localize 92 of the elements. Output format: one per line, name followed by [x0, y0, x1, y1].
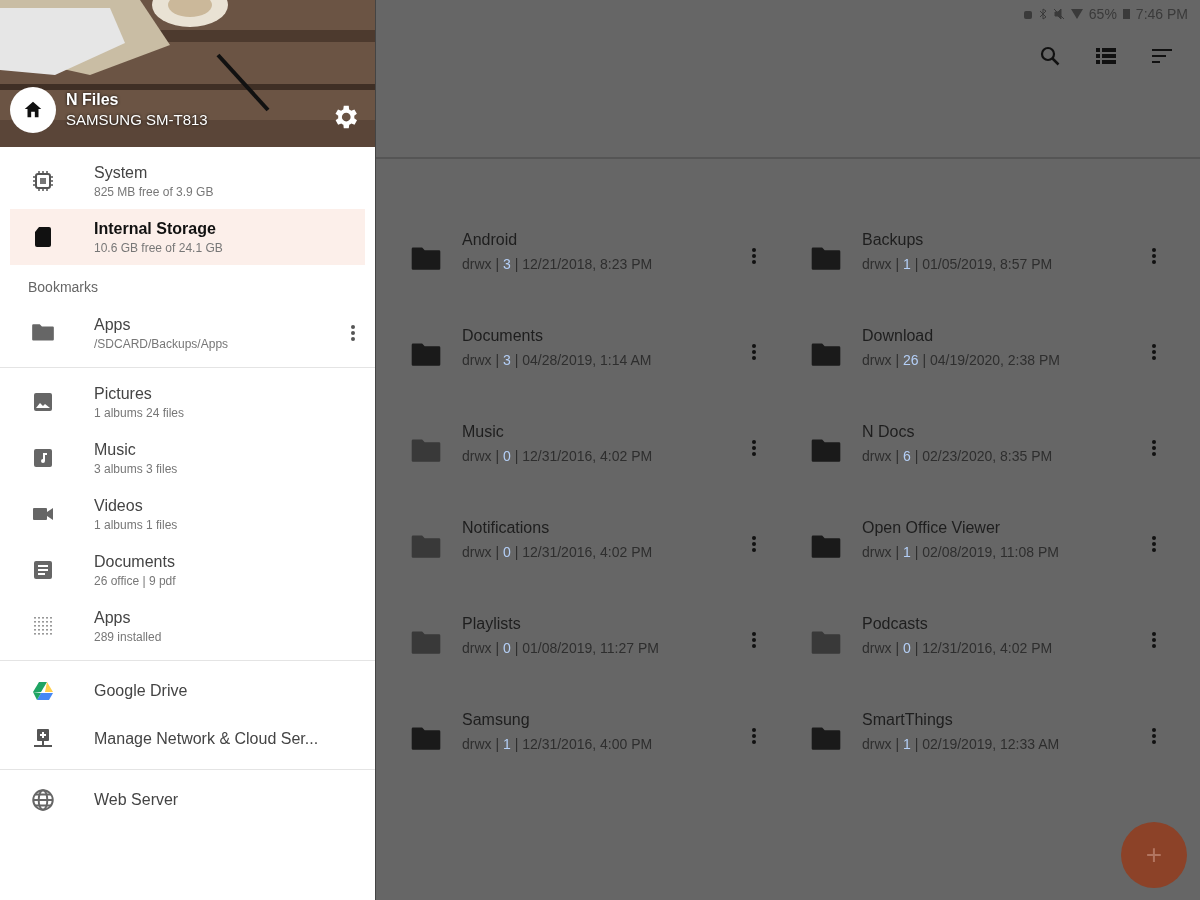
drawer-item[interactable]: Apps 289 installed [0, 598, 365, 654]
folder-item[interactable]: Playlists drwx | 0 | 01/08/2019, 11:27 PM [376, 594, 776, 690]
more-icon[interactable] [752, 248, 756, 264]
folder-details: drwx | 6 | 02/23/2020, 8:35 PM [862, 447, 1054, 464]
folder-item[interactable]: Music drwx | 0 | 12/31/2016, 4:02 PM [376, 402, 776, 498]
item-title: Documents [94, 552, 176, 571]
folder-name: Notifications [462, 518, 551, 537]
more-icon[interactable] [752, 344, 756, 360]
drawer-item[interactable]: Manage Network & Cloud Ser... [0, 715, 365, 763]
folder-details: drwx | 1 | 01/05/2019, 8:57 PM [862, 255, 1054, 272]
folder-details: drwx | 1 | 12/31/2016, 4:00 PM [462, 735, 654, 752]
drawer-item[interactable]: Internal Storage 10.6 GB free of 24.1 GB [10, 209, 365, 265]
mute-icon [1052, 8, 1065, 20]
more-icon[interactable] [752, 632, 756, 648]
folder-details: drwx | 1 | 02/19/2019, 12:33 AM [862, 735, 1061, 752]
folder-name: Backups [862, 230, 925, 249]
folder-name: Podcasts [862, 614, 929, 633]
chip-icon [30, 169, 56, 193]
folder-details: drwx | 26 | 04/19/2020, 2:38 PM [862, 351, 1061, 368]
drawer-item[interactable]: Videos 1 albums 1 files [0, 486, 365, 542]
item-title: Apps [94, 608, 132, 627]
folder-name: SmartThings [862, 710, 954, 729]
folder-details: drwx | 3 | 04/28/2019, 1:14 AM [462, 351, 653, 368]
drawer-item[interactable]: Google Drive [0, 667, 365, 715]
wifi-icon [1070, 8, 1083, 20]
item-detail: 289 installed [94, 629, 163, 644]
more-icon[interactable] [1152, 536, 1156, 552]
drawer-item[interactable]: System 825 MB free of 3.9 GB [0, 153, 365, 209]
folder-name: Open Office Viewer [862, 518, 1002, 537]
folder-details: drwx | 1 | 02/08/2019, 11:08 PM [862, 543, 1060, 560]
item-detail: 1 albums 24 files [94, 405, 186, 420]
folder-item[interactable]: Notifications drwx | 0 | 12/31/2016, 4:02 PM [376, 498, 776, 594]
more-icon[interactable] [351, 325, 355, 341]
folder-name: Documents [462, 326, 544, 345]
folder-item[interactable]: Android drwx | 3 | 12/21/2018, 8:23 PM [376, 210, 776, 306]
folder-name: N Docs [862, 422, 916, 441]
bookmark-path: /SDCARD/Backups/Apps [94, 336, 230, 351]
globe-icon [30, 787, 56, 813]
more-icon[interactable] [752, 728, 756, 744]
drawer-item[interactable]: Apps /SDCARD/Backups/Apps [0, 305, 365, 361]
drawer-item[interactable]: Web Server [0, 776, 365, 824]
folder-item[interactable]: Samsung drwx | 1 | 12/31/2016, 4:00 PM [376, 690, 776, 786]
folder-item[interactable]: Download drwx | 26 | 04/19/2020, 2:38 PM [776, 306, 1176, 402]
item-detail: 1 albums 1 files [94, 517, 179, 532]
more-icon[interactable] [1152, 728, 1156, 744]
item-detail: 10.6 GB free of 24.1 GB [94, 240, 224, 255]
more-icon[interactable] [1152, 248, 1156, 264]
item-title: Apps [94, 315, 132, 334]
folder-item[interactable]: N Docs drwx | 6 | 02/23/2020, 8:35 PM [776, 402, 1176, 498]
alarm-icon [1022, 8, 1033, 20]
folder-name: Samsung [462, 710, 531, 729]
device-name: SAMSUNG SM-T813 [66, 111, 208, 128]
folder-name: Download [862, 326, 935, 345]
item-title: Music [94, 440, 137, 459]
item-title: Internal Storage [94, 219, 217, 238]
battery-icon [1122, 9, 1130, 19]
folder-details: drwx | 0 | 12/31/2016, 4:02 PM [462, 543, 654, 560]
item-title: System [94, 163, 149, 182]
drawer-item[interactable]: Documents 26 office | 9 pdf [0, 542, 365, 598]
more-icon[interactable] [752, 440, 756, 456]
more-icon[interactable] [1152, 440, 1156, 456]
app-title: N Files [66, 91, 120, 109]
more-icon[interactable] [752, 536, 756, 552]
item-title: Videos [94, 496, 144, 515]
folder-details: drwx | 0 | 12/31/2016, 4:02 PM [462, 447, 654, 464]
section-heading: Bookmarks [27, 278, 100, 297]
folder-details: drwx | 0 | 12/31/2016, 4:02 PM [862, 639, 1054, 656]
folder-details: drwx | 0 | 01/08/2019, 11:27 PM [462, 639, 660, 656]
bluetooth-icon [1038, 8, 1047, 20]
folder-item[interactable]: Podcasts drwx | 0 | 12/31/2016, 4:02 PM [776, 594, 1176, 690]
more-icon[interactable] [1152, 344, 1156, 360]
item-title: Manage Network & Cloud Ser... [94, 730, 320, 748]
item-detail: 825 MB free of 3.9 GB [94, 184, 215, 199]
item-title: Web Server [94, 791, 180, 809]
folder-item[interactable]: Backups drwx | 1 | 01/05/2019, 8:57 PM [776, 210, 1176, 306]
folder-item[interactable]: Open Office Viewer drwx | 1 | 02/08/2019, 11:08 PM [776, 498, 1176, 594]
search-icon[interactable] [1038, 44, 1062, 68]
add-button[interactable]: + [1121, 822, 1187, 888]
item-detail: 26 office | 9 pdf [94, 573, 177, 588]
item-detail: 3 albums 3 files [94, 461, 179, 476]
drive-icon [30, 679, 56, 703]
item-title: Google Drive [94, 682, 189, 700]
more-icon[interactable] [1152, 632, 1156, 648]
item-title: Pictures [94, 384, 153, 403]
folder-name: Music [462, 422, 505, 441]
folder-item[interactable]: Documents drwx | 3 | 04/28/2019, 1:14 AM [376, 306, 776, 402]
folder-name: Android [462, 230, 519, 249]
drawer-item[interactable]: Pictures 1 albums 24 files [0, 374, 365, 430]
drawer-item[interactable]: Music 3 albums 3 files [0, 430, 365, 486]
folder-details: drwx | 3 | 12/21/2018, 8:23 PM [462, 255, 654, 272]
folder-item[interactable]: SmartThings drwx | 1 | 02/19/2019, 12:33 AM [776, 690, 1176, 786]
folder-name: Playlists [462, 614, 522, 633]
